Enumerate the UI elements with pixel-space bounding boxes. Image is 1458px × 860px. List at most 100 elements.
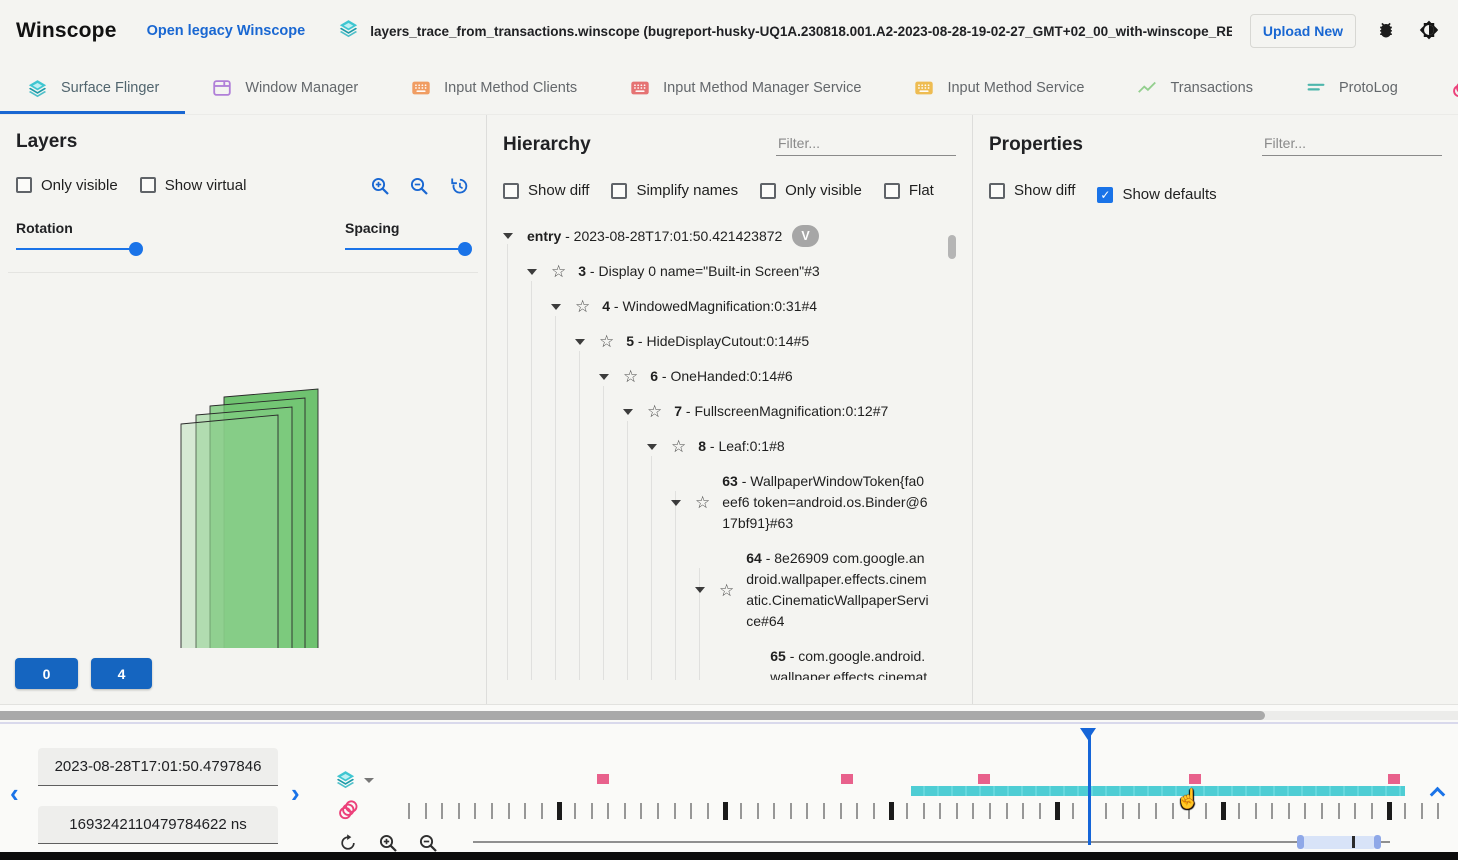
- tab-protolog[interactable]: ProtoLog: [1279, 62, 1424, 114]
- tree-node-64[interactable]: ☆64 - 8e26909 com.google.android.wallpap…: [503, 541, 930, 639]
- tab-transactions[interactable]: Transactions: [1110, 62, 1278, 114]
- spacing-slider-thumb[interactable]: [458, 242, 472, 256]
- collapse-caret-icon[interactable]: [575, 339, 585, 345]
- tree-node-4[interactable]: ☆4 - WindowedMagnification:0:31#4: [503, 289, 930, 324]
- trace-selector-caret-icon[interactable]: [364, 778, 374, 783]
- next-entry-button[interactable]: ›: [291, 780, 300, 806]
- spacing-slider-track[interactable]: [345, 242, 470, 256]
- unchecked-checkbox-icon[interactable]: [989, 183, 1005, 199]
- tree-node-3[interactable]: ☆3 - Display 0 name="Built-in Screen"#3: [503, 254, 930, 289]
- collapse-caret-icon[interactable]: [695, 587, 705, 593]
- properties-filter-input[interactable]: [1262, 131, 1442, 156]
- tree-node-6[interactable]: ☆6 - OneHanded:0:14#6: [503, 359, 930, 394]
- tree-node-65[interactable]: ☆65 - com.google.android.wallpaper.effec…: [503, 639, 930, 679]
- range-handle-left[interactable]: [1297, 835, 1304, 849]
- unchecked-checkbox-icon[interactable]: [611, 183, 627, 199]
- collapse-caret-icon[interactable]: [599, 374, 609, 380]
- tab-tra[interactable]: Tra: [1424, 62, 1458, 114]
- checkbox-only-visible[interactable]: Only visible: [760, 182, 862, 199]
- unchecked-checkbox-icon[interactable]: [140, 177, 156, 193]
- transition-marker[interactable]: [841, 774, 853, 784]
- transition-marker[interactable]: [978, 774, 990, 784]
- timeline-range-selection[interactable]: [1300, 836, 1378, 849]
- checkbox-only-visible[interactable]: Only visible: [16, 177, 118, 194]
- timeline-cursor-line[interactable]: [1088, 728, 1091, 845]
- ruler-tick: [1255, 803, 1257, 819]
- hierarchy-filter-input[interactable]: [776, 131, 956, 156]
- transition-marker[interactable]: [1388, 774, 1400, 784]
- collapse-caret-icon[interactable]: [623, 409, 633, 415]
- hierarchy-scrollbar[interactable]: [948, 235, 956, 259]
- star-icon[interactable]: ☆: [647, 403, 662, 420]
- star-icon[interactable]: ☆: [671, 438, 686, 455]
- range-handle-right[interactable]: [1374, 835, 1381, 849]
- timeline-refresh-button[interactable]: [338, 833, 358, 856]
- tree-node-entry[interactable]: entry - 2023-08-28T17:01:50.421423872V: [503, 218, 930, 255]
- star-icon[interactable]: ☆: [551, 263, 566, 280]
- transitions-trace-icon[interactable]: [336, 798, 361, 823]
- timeline-zoom-in-button[interactable]: [378, 833, 399, 857]
- ruler-tick: [1138, 803, 1140, 819]
- checkbox-label: Simplify names: [636, 182, 738, 199]
- timestamp-input[interactable]: [38, 748, 278, 786]
- sf-trace-coverage-bar[interactable]: [911, 786, 1405, 796]
- tree-node-8[interactable]: ☆8 - Leaf:0:1#8: [503, 429, 930, 464]
- timeline-cursor-flag[interactable]: [1080, 728, 1096, 740]
- star-icon[interactable]: ☆: [623, 368, 638, 385]
- report-bug-button[interactable]: [1374, 18, 1398, 45]
- tab-label: Surface Flinger: [61, 80, 159, 96]
- checkbox-show-virtual[interactable]: Show virtual: [140, 177, 247, 194]
- tab-window-manager[interactable]: Window Manager: [185, 62, 384, 114]
- display-group-button-4[interactable]: 4: [91, 658, 152, 689]
- checkbox-simplify-names[interactable]: Simplify names: [611, 182, 738, 199]
- unchecked-checkbox-icon[interactable]: [16, 177, 32, 193]
- dark-mode-toggle[interactable]: [1416, 17, 1442, 46]
- layers-zoom-in-button[interactable]: [370, 176, 391, 200]
- checkbox-show-defaults[interactable]: ✓Show defaults: [1097, 186, 1216, 203]
- expand-timeline-button[interactable]: [1430, 787, 1446, 803]
- star-icon[interactable]: ☆: [599, 333, 614, 350]
- tab-input-method-manager-service[interactable]: Input Method Manager Service: [603, 62, 887, 114]
- layers-3d-view[interactable]: ScreenDecorHwcOverlay#62 NavigationBar0#…: [0, 273, 486, 648]
- tree-node-7[interactable]: ☆7 - FullscreenMagnification:0:12#7: [503, 394, 930, 429]
- collapse-caret-icon[interactable]: [503, 233, 513, 239]
- unchecked-checkbox-icon[interactable]: [503, 183, 519, 199]
- rotation-slider-track[interactable]: [16, 242, 141, 256]
- layers-reset-view-button[interactable]: [448, 175, 470, 200]
- rotation-slider-thumb[interactable]: [129, 242, 143, 256]
- collapse-caret-icon[interactable]: [551, 304, 561, 310]
- ruler-tick: [1338, 803, 1340, 819]
- indent-guide: [699, 568, 700, 680]
- unchecked-checkbox-icon[interactable]: [760, 183, 776, 199]
- transition-marker[interactable]: [1189, 774, 1201, 784]
- star-icon[interactable]: ☆: [719, 582, 734, 599]
- checkbox-show-diff[interactable]: Show diff: [503, 182, 589, 199]
- collapse-caret-icon[interactable]: [527, 269, 537, 275]
- ruler-tick: [674, 803, 676, 819]
- checkbox-flat[interactable]: Flat: [884, 182, 934, 199]
- indent-guide: [507, 244, 508, 680]
- checked-checkbox-icon[interactable]: ✓: [1097, 187, 1113, 203]
- collapse-caret-icon[interactable]: [647, 444, 657, 450]
- timeline-range-track[interactable]: [473, 841, 1390, 843]
- star-icon[interactable]: ☆: [575, 298, 590, 315]
- open-legacy-winscope-link[interactable]: Open legacy Winscope: [147, 23, 306, 39]
- display-group-button-0[interactable]: 0: [15, 658, 78, 689]
- tree-node-63[interactable]: ☆63 - WallpaperWindowToken{fa0eef6 token…: [503, 464, 930, 541]
- transition-marker[interactable]: [597, 774, 609, 784]
- upload-new-button[interactable]: Upload New: [1250, 14, 1356, 48]
- layers-zoom-out-button[interactable]: [409, 176, 430, 200]
- previous-entry-button[interactable]: ‹: [10, 780, 19, 806]
- collapse-caret-icon[interactable]: [671, 500, 681, 506]
- unchecked-checkbox-icon[interactable]: [884, 183, 900, 199]
- timestamp-ns-input[interactable]: [38, 806, 278, 844]
- tab-surface-flinger[interactable]: Surface Flinger: [0, 62, 185, 114]
- checkbox-show-diff[interactable]: Show diff: [989, 182, 1075, 199]
- tab-input-method-clients[interactable]: Input Method Clients: [384, 62, 603, 114]
- surface-flinger-trace-icon[interactable]: [334, 768, 357, 791]
- tab-input-method-service[interactable]: Input Method Service: [887, 62, 1110, 114]
- star-icon[interactable]: ☆: [695, 494, 710, 511]
- tree-node-5[interactable]: ☆5 - HideDisplayCutout:0:14#5: [503, 324, 930, 359]
- timeline-zoom-out-button[interactable]: [418, 833, 439, 857]
- timeline-scrollbar-thumb[interactable]: [0, 711, 1265, 720]
